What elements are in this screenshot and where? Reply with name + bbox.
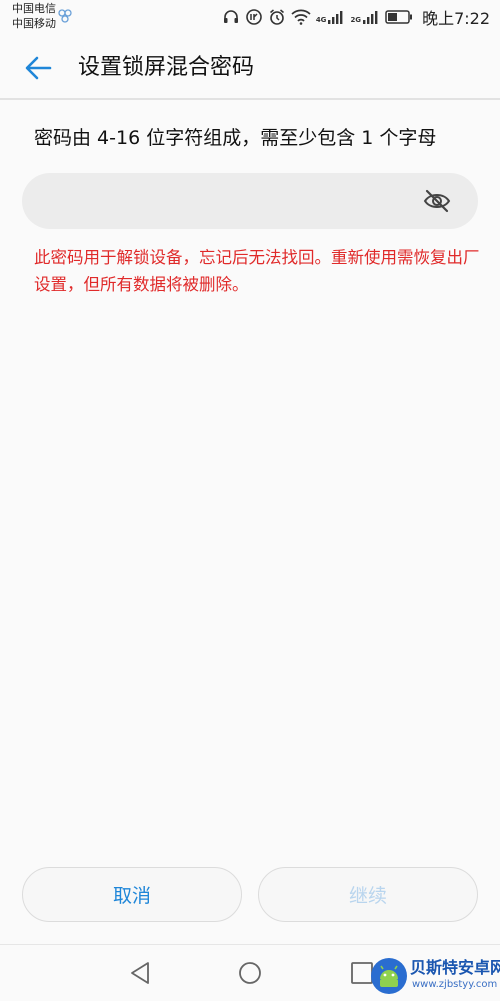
wifi-icon [291,9,311,25]
nav-back-icon[interactable] [126,959,154,987]
password-hint: 密码由 4-16 位字符组成，需至少包含 1 个字母 [34,127,437,149]
carrier-2: 中国移动 [12,17,56,30]
status-bar: 中国电信 中国移动 4G 2G 晚上7:22 [0,0,500,36]
nav-home-icon[interactable] [236,959,264,987]
signal-2: 2G [350,10,380,24]
headset-icon [223,10,238,23]
network-label-1: 4G [315,16,327,24]
header: 设置锁屏混合密码 [0,36,500,100]
watermark-name: 贝斯特安卓网 [410,958,500,977]
watermark-url: www.zjbstyy.com [412,979,498,990]
clock: 晚上7:22 [422,9,490,28]
page-title: 设置锁屏混合密码 [78,55,255,80]
sync-icon [246,9,262,25]
signal-icon-2 [363,11,378,24]
alarm-icon [269,9,284,25]
android-logo-icon [371,958,407,994]
warning-text: 此密码用于解锁设备，忘记后无法找回。重新使用需恢复出厂设置，但所有数据将被删除。 [34,248,480,294]
signal-1: 4G [316,10,346,24]
eye-hidden-icon[interactable] [422,187,452,215]
hd-voice-icon [58,9,72,23]
carrier-1: 中国电信 [12,2,56,15]
continue-button[interactable]: 继续 [258,867,478,922]
status-icons: 4G 2G 晚上7:22 [222,7,490,28]
back-arrow-icon[interactable] [20,50,56,86]
network-label-2: 2G [350,16,362,24]
watermark: 贝斯特安卓网 www.zjbstyy.com [370,955,500,999]
cancel-button[interactable]: 取消 [22,867,242,922]
signal-icon-1 [328,11,343,24]
password-field[interactable] [22,173,478,231]
password-input[interactable] [42,173,416,231]
battery-icon [385,10,413,24]
